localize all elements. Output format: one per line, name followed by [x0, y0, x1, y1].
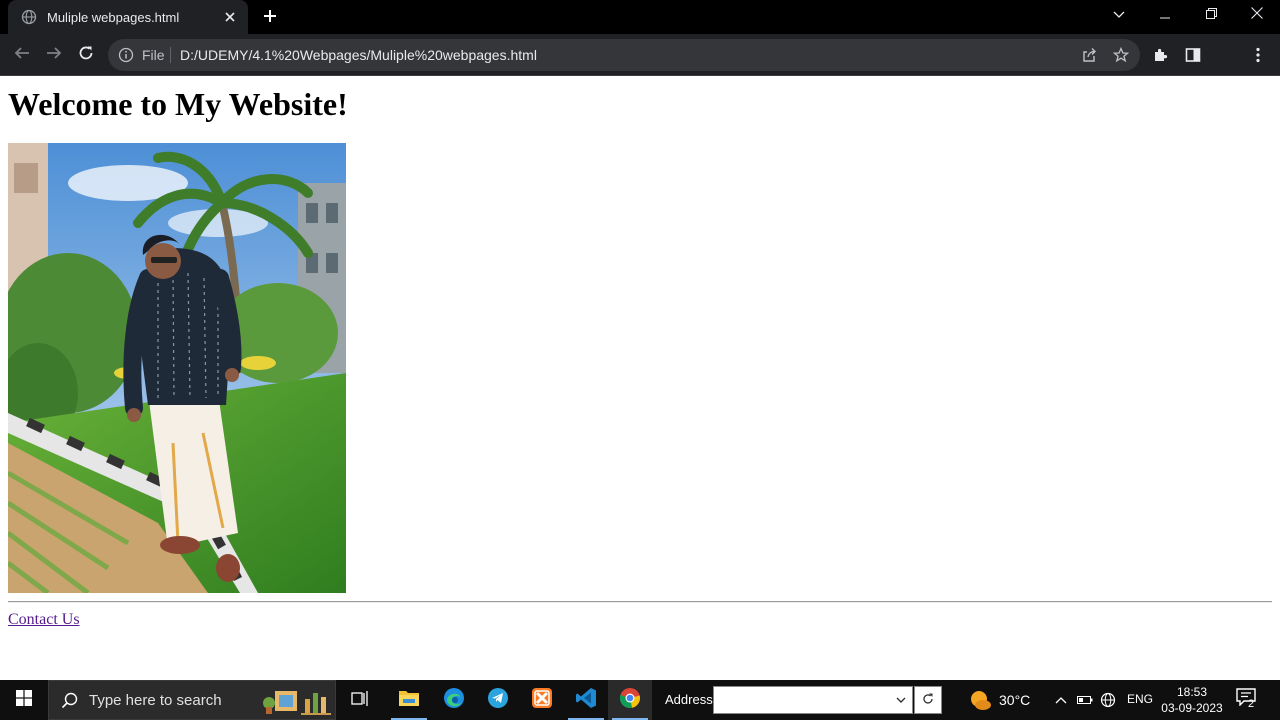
- forward-icon: [46, 45, 62, 66]
- task-view-icon: [351, 690, 369, 711]
- close-icon[interactable]: [222, 9, 238, 25]
- browser-tab[interactable]: Muliple webpages.html: [8, 0, 248, 34]
- chrome-icon: [619, 687, 641, 714]
- sidepanel-icon[interactable]: [1183, 45, 1203, 65]
- clock-time: 18:53: [1176, 685, 1208, 699]
- info-icon[interactable]: [118, 47, 134, 63]
- weather-temperature[interactable]: 30°C: [999, 692, 1030, 708]
- refresh-icon: [922, 692, 934, 708]
- back-button[interactable]: [10, 43, 34, 67]
- url-text[interactable]: D:/UDEMY/4.1%20Webpages/Muliple%20webpag…: [180, 47, 537, 63]
- puzzle-icon[interactable]: [1151, 45, 1171, 65]
- restore-button[interactable]: [1188, 0, 1234, 30]
- chevron-up-icon[interactable]: [1052, 690, 1070, 710]
- search-highlight-illustration: [261, 685, 333, 717]
- horizontal-divider: [8, 601, 1272, 603]
- scheme-label: File: [142, 47, 165, 63]
- restore-icon: [1205, 6, 1217, 24]
- kebab-menu-icon[interactable]: [1248, 45, 1268, 65]
- xampp-icon: [531, 687, 553, 714]
- weather-icon[interactable]: [968, 688, 992, 712]
- close-icon: [1251, 6, 1263, 24]
- clock-date: 03-09-2023: [1161, 701, 1223, 715]
- edge-icon: [443, 687, 465, 714]
- notification-center-button[interactable]: 2: [1236, 688, 1262, 712]
- task-view-button[interactable]: [338, 680, 382, 720]
- share-icon[interactable]: [1080, 46, 1098, 64]
- taskbar-search-box[interactable]: Type here to search: [48, 680, 336, 720]
- taskbar-telegram[interactable]: [476, 680, 520, 720]
- language-indicator[interactable]: ENG: [1127, 692, 1153, 706]
- windows-start-icon: [16, 689, 32, 711]
- taskbar-file-explorer[interactable]: [387, 680, 431, 720]
- window-close-button[interactable]: [1234, 0, 1280, 30]
- taskbar-chrome[interactable]: [608, 680, 652, 720]
- reload-icon: [78, 45, 94, 66]
- address-toolbar-input[interactable]: [713, 686, 913, 714]
- taskbar-edge[interactable]: [432, 680, 476, 720]
- forward-button[interactable]: [42, 43, 66, 67]
- page-viewport: Welcome to My Website! Contact Us: [0, 77, 1280, 680]
- minimize-button[interactable]: [1142, 0, 1188, 30]
- taskbar-vscode[interactable]: [564, 680, 608, 720]
- tab-search-button[interactable]: [1096, 0, 1142, 30]
- vscode-icon: [575, 687, 597, 714]
- profile-photo: [8, 143, 346, 593]
- back-icon: [14, 45, 30, 66]
- omnibox-divider: [170, 47, 171, 63]
- search-placeholder: Type here to search: [89, 692, 222, 709]
- battery-icon[interactable]: [1076, 690, 1094, 710]
- address-go-button[interactable]: [914, 686, 942, 714]
- new-tab-button[interactable]: [259, 7, 281, 29]
- browser-toolbar: File D:/UDEMY/4.1%20Webpages/Muliple%20w…: [0, 34, 1280, 100]
- file-explorer-icon: [398, 689, 420, 712]
- plus-icon: [263, 9, 277, 28]
- search-icon: [61, 692, 79, 710]
- notification-count: 2: [1248, 698, 1255, 710]
- windows-taskbar: Type here to search Address 30°C ENG 18:…: [0, 680, 1280, 720]
- reload-button[interactable]: [74, 43, 98, 67]
- globe-icon: [21, 9, 37, 25]
- address-toolbar-label: Address: [665, 692, 713, 707]
- star-icon[interactable]: [1112, 46, 1130, 64]
- page-heading: Welcome to My Website!: [8, 86, 348, 122]
- telegram-icon: [487, 687, 509, 714]
- contact-us-link[interactable]: Contact Us: [8, 611, 80, 629]
- tab-strip: Muliple webpages.html: [0, 0, 1280, 34]
- taskbar-xampp[interactable]: [520, 680, 564, 720]
- tab-title: Muliple webpages.html: [47, 9, 180, 25]
- chevron-down-icon[interactable]: [894, 693, 908, 707]
- network-globe-icon[interactable]: [1099, 690, 1117, 710]
- address-bar[interactable]: File D:/UDEMY/4.1%20Webpages/Muliple%20w…: [108, 39, 1140, 71]
- minimize-icon: [1160, 6, 1170, 24]
- chevron-down-icon: [1113, 6, 1125, 24]
- start-button[interactable]: [0, 680, 48, 720]
- system-clock[interactable]: 18:53 03-09-2023: [1160, 684, 1224, 716]
